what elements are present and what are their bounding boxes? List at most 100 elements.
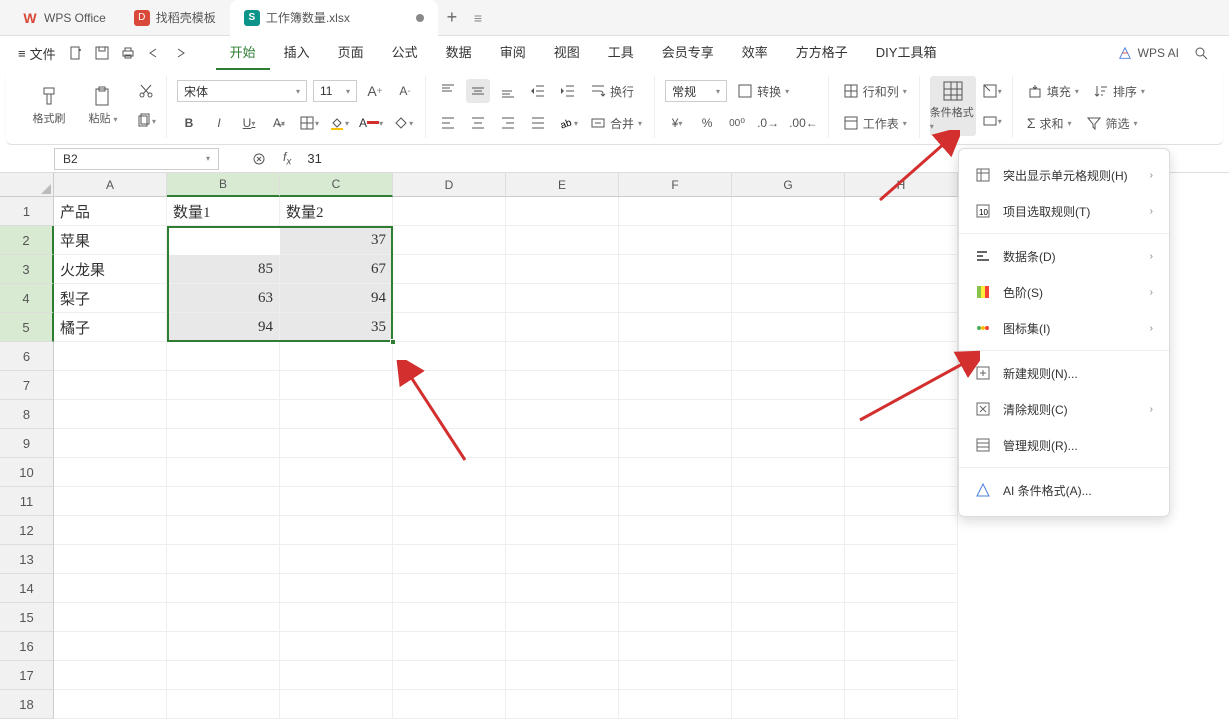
cell-D5[interactable] xyxy=(393,313,506,342)
cell-H16[interactable] xyxy=(845,632,958,661)
cell-A7[interactable] xyxy=(54,371,167,400)
fx-icon[interactable]: fx xyxy=(283,150,291,167)
cell-C3[interactable]: 67 xyxy=(280,255,393,284)
align-middle-icon[interactable] xyxy=(466,79,490,103)
selection-handle[interactable] xyxy=(390,339,396,345)
cell-A16[interactable] xyxy=(54,632,167,661)
row-header-7[interactable]: 7 xyxy=(0,371,54,400)
cell-H7[interactable] xyxy=(845,371,958,400)
cell-A15[interactable] xyxy=(54,603,167,632)
justify-icon[interactable] xyxy=(526,111,550,135)
cell-G15[interactable] xyxy=(732,603,845,632)
cell-D16[interactable] xyxy=(393,632,506,661)
wps-home-tab[interactable]: W WPS Office xyxy=(8,0,120,36)
redo-icon[interactable] xyxy=(168,41,192,65)
cell-E2[interactable] xyxy=(506,226,619,255)
row-header-1[interactable]: 1 xyxy=(0,197,54,226)
cell-C4[interactable]: 94 xyxy=(280,284,393,313)
cell-B18[interactable] xyxy=(167,690,280,719)
select-all-corner[interactable] xyxy=(0,173,54,197)
cell-A9[interactable] xyxy=(54,429,167,458)
cell-B7[interactable] xyxy=(167,371,280,400)
menu-tab-member[interactable]: 会员专享 xyxy=(648,36,728,70)
cell-D17[interactable] xyxy=(393,661,506,690)
cell-F15[interactable] xyxy=(619,603,732,632)
cell-G9[interactable] xyxy=(732,429,845,458)
row-header-16[interactable]: 16 xyxy=(0,632,54,661)
cell-C15[interactable] xyxy=(280,603,393,632)
convert-button[interactable]: 转换 ▾ xyxy=(733,79,793,103)
fill-button[interactable]: 填充 ▾ xyxy=(1023,79,1083,103)
menu-ai-format[interactable]: AI 条件格式(A)... xyxy=(959,472,1169,508)
cell-A12[interactable] xyxy=(54,516,167,545)
row-header-4[interactable]: 4 xyxy=(0,284,54,313)
row-header-8[interactable]: 8 xyxy=(0,400,54,429)
cell-E6[interactable] xyxy=(506,342,619,371)
cell-C5[interactable]: 35 xyxy=(280,313,393,342)
row-header-11[interactable]: 11 xyxy=(0,487,54,516)
row-header-9[interactable]: 9 xyxy=(0,429,54,458)
increase-font-icon[interactable]: A+ xyxy=(363,79,387,103)
cell-A13[interactable] xyxy=(54,545,167,574)
cell-H1[interactable] xyxy=(845,197,958,226)
decrease-font-icon[interactable]: A- xyxy=(393,79,417,103)
cell-G17[interactable] xyxy=(732,661,845,690)
cell-D14[interactable] xyxy=(393,574,506,603)
align-left-icon[interactable] xyxy=(436,111,460,135)
col-header-F[interactable]: F xyxy=(619,173,732,197)
menu-tab-insert[interactable]: 插入 xyxy=(270,36,324,70)
file-menu[interactable]: ≡ 文件 xyxy=(12,44,62,63)
cell-A10[interactable] xyxy=(54,458,167,487)
font-size-select[interactable]: 11▾ xyxy=(313,80,357,102)
cell-H11[interactable] xyxy=(845,487,958,516)
cell-H6[interactable] xyxy=(845,342,958,371)
cell-D4[interactable] xyxy=(393,284,506,313)
clear-format-icon[interactable]: ▾ xyxy=(391,111,415,135)
formula-input[interactable]: 31 xyxy=(307,151,321,166)
cell-E14[interactable] xyxy=(506,574,619,603)
undo-icon[interactable] xyxy=(142,41,166,65)
cell-C10[interactable] xyxy=(280,458,393,487)
col-header-B[interactable]: B xyxy=(167,173,280,197)
underline-icon[interactable]: U ▾ xyxy=(237,111,261,135)
cell-E11[interactable] xyxy=(506,487,619,516)
cell-D8[interactable] xyxy=(393,400,506,429)
row-header-18[interactable]: 18 xyxy=(0,690,54,719)
menu-tab-page[interactable]: 页面 xyxy=(324,36,378,70)
print-icon[interactable] xyxy=(116,41,140,65)
cell-styles-icon[interactable]: ▾ xyxy=(980,79,1004,103)
font-color-icon[interactable]: A ▾ xyxy=(357,111,385,135)
fill-color-icon[interactable]: ▾ xyxy=(327,111,351,135)
cell-H5[interactable] xyxy=(845,313,958,342)
tab-menu-icon[interactable]: ≡ xyxy=(474,10,482,26)
cell-F8[interactable] xyxy=(619,400,732,429)
cell-F10[interactable] xyxy=(619,458,732,487)
cell-E5[interactable] xyxy=(506,313,619,342)
cell-F3[interactable] xyxy=(619,255,732,284)
col-header-H[interactable]: H xyxy=(845,173,958,197)
cell-C18[interactable] xyxy=(280,690,393,719)
cell-D11[interactable] xyxy=(393,487,506,516)
align-center-icon[interactable] xyxy=(466,111,490,135)
borders-icon[interactable]: ▾ xyxy=(297,111,321,135)
increase-decimal-icon[interactable]: .0→ xyxy=(755,111,781,135)
cell-E10[interactable] xyxy=(506,458,619,487)
cell-D3[interactable] xyxy=(393,255,506,284)
cell-G8[interactable] xyxy=(732,400,845,429)
cell-C13[interactable] xyxy=(280,545,393,574)
cell-G1[interactable] xyxy=(732,197,845,226)
row-header-17[interactable]: 17 xyxy=(0,661,54,690)
cell-E1[interactable] xyxy=(506,197,619,226)
cell-C12[interactable] xyxy=(280,516,393,545)
cell-A5[interactable]: 橘子 xyxy=(54,313,167,342)
cell-F11[interactable] xyxy=(619,487,732,516)
cell-B9[interactable] xyxy=(167,429,280,458)
cell-C7[interactable] xyxy=(280,371,393,400)
cell-D7[interactable] xyxy=(393,371,506,400)
cancel-edit-icon[interactable] xyxy=(247,147,271,171)
cell-D18[interactable] xyxy=(393,690,506,719)
cell-H3[interactable] xyxy=(845,255,958,284)
cell-H9[interactable] xyxy=(845,429,958,458)
cell-G3[interactable] xyxy=(732,255,845,284)
cell-A3[interactable]: 火龙果 xyxy=(54,255,167,284)
